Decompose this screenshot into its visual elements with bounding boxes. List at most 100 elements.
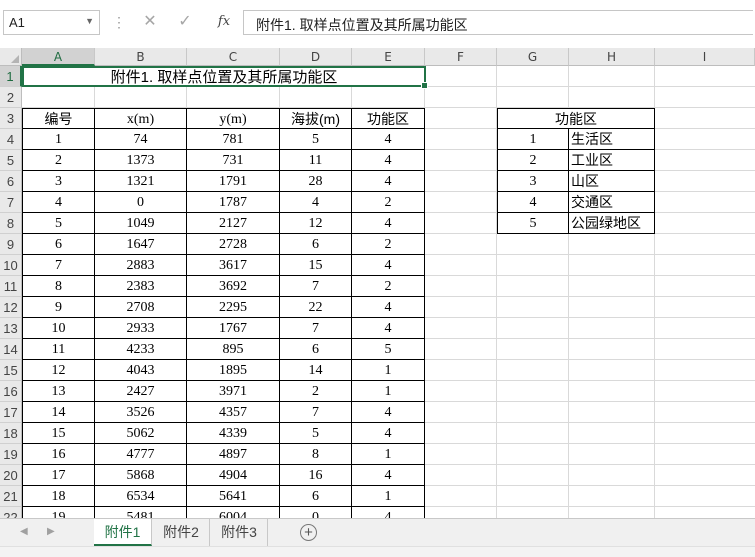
table-cell[interactable]: 6 — [280, 339, 352, 360]
scroll-left-icon[interactable]: ◀ — [20, 526, 28, 537]
zone-code-cell[interactable]: 1 — [497, 129, 569, 150]
table-cell[interactable]: 1787 — [187, 192, 280, 213]
table-cell[interactable]: 1373 — [95, 150, 187, 171]
zone-table-header[interactable]: 功能区 — [497, 108, 655, 129]
spreadsheet-grid[interactable]: A B C D E F G H I 1 2 3 4 5 6 7 8 9 10 11 12 13 14 15 16 17 18 19 20… — [0, 48, 755, 518]
table-cell[interactable]: 5481 — [95, 507, 187, 518]
column-header-f[interactable]: F — [425, 48, 497, 66]
column-header-d[interactable]: D — [280, 48, 352, 66]
table-cell[interactable]: 4 — [352, 402, 425, 423]
row-header-20[interactable]: 20 — [0, 465, 22, 486]
table-cell[interactable]: 1 — [352, 486, 425, 507]
row-header-18[interactable]: 18 — [0, 423, 22, 444]
table-cell[interactable]: 2 — [352, 234, 425, 255]
zone-name-cell[interactable]: 交通区 — [569, 192, 655, 213]
row-header-22[interactable]: 22 — [0, 507, 22, 518]
table-cell[interactable]: 2 — [352, 192, 425, 213]
column-header-i[interactable]: I — [655, 48, 755, 66]
table-cell[interactable]: 4897 — [187, 444, 280, 465]
table-cell[interactable]: 4 — [352, 318, 425, 339]
scroll-right-icon[interactable]: ▶ — [47, 526, 55, 537]
zone-name-cell[interactable]: 生活区 — [569, 129, 655, 150]
table-cell[interactable]: 4233 — [95, 339, 187, 360]
table-cell[interactable]: 6 — [280, 234, 352, 255]
row-header-11[interactable]: 11 — [0, 276, 22, 297]
table-cell[interactable]: 1 — [352, 381, 425, 402]
table-cell[interactable]: 3617 — [187, 255, 280, 276]
table-cell[interactable]: 2383 — [95, 276, 187, 297]
row-header-17[interactable]: 17 — [0, 402, 22, 423]
select-all-corner[interactable] — [0, 48, 22, 66]
table-cell[interactable]: 3692 — [187, 276, 280, 297]
table-cell[interactable]: 5 — [22, 213, 95, 234]
table-cell[interactable]: 13 — [22, 381, 95, 402]
column-header-b[interactable]: B — [95, 48, 187, 66]
table-cell[interactable]: 6004 — [187, 507, 280, 518]
table-cell[interactable]: 22 — [280, 297, 352, 318]
table-cell[interactable]: 7 — [280, 402, 352, 423]
zone-code-cell[interactable]: 4 — [497, 192, 569, 213]
row-header-19[interactable]: 19 — [0, 444, 22, 465]
table-cell[interactable]: 1647 — [95, 234, 187, 255]
zone-code-cell[interactable]: 2 — [497, 150, 569, 171]
table-header-cell[interactable]: 海拔(m) — [280, 108, 352, 129]
table-cell[interactable]: 731 — [187, 150, 280, 171]
table-cell[interactable]: 5868 — [95, 465, 187, 486]
table-cell[interactable]: 18 — [22, 486, 95, 507]
tab-sheet1[interactable]: 附件1 — [94, 519, 152, 546]
table-cell[interactable]: 9 — [22, 297, 95, 318]
table-cell[interactable]: 4 — [352, 423, 425, 444]
table-cell[interactable]: 4 — [22, 192, 95, 213]
table-cell[interactable]: 2883 — [95, 255, 187, 276]
table-cell[interactable]: 4339 — [187, 423, 280, 444]
table-cell[interactable]: 4 — [352, 465, 425, 486]
table-cell[interactable]: 7 — [22, 255, 95, 276]
table-cell[interactable]: 4777 — [95, 444, 187, 465]
table-cell[interactable]: 4 — [352, 255, 425, 276]
table-cell[interactable]: 7 — [280, 276, 352, 297]
table-cell[interactable]: 2295 — [187, 297, 280, 318]
table-cell[interactable]: 5 — [352, 339, 425, 360]
tab-sheet3[interactable]: 附件3 — [211, 519, 268, 546]
table-cell[interactable]: 3971 — [187, 381, 280, 402]
tab-sheet2[interactable]: 附件2 — [153, 519, 210, 546]
table-cell[interactable]: 1791 — [187, 171, 280, 192]
row-header-10[interactable]: 10 — [0, 255, 22, 276]
table-cell[interactable]: 3526 — [95, 402, 187, 423]
table-cell[interactable]: 12 — [280, 213, 352, 234]
row-header-16[interactable]: 16 — [0, 381, 22, 402]
enter-icon[interactable]: ✓ — [174, 12, 196, 32]
table-cell[interactable]: 5641 — [187, 486, 280, 507]
table-cell[interactable]: 2 — [352, 276, 425, 297]
table-cell[interactable]: 11 — [280, 150, 352, 171]
table-cell[interactable]: 11 — [22, 339, 95, 360]
table-cell[interactable]: 1895 — [187, 360, 280, 381]
row-header-4[interactable]: 4 — [0, 129, 22, 150]
table-cell[interactable]: 4 — [352, 213, 425, 234]
insert-function-icon[interactable]: fx — [213, 12, 235, 32]
cancel-icon[interactable]: ✕ — [139, 12, 161, 32]
table-cell[interactable]: 7 — [280, 318, 352, 339]
table-cell[interactable]: 4 — [280, 192, 352, 213]
table-cell[interactable]: 12 — [22, 360, 95, 381]
table-cell[interactable]: 1321 — [95, 171, 187, 192]
table-cell[interactable]: 5 — [280, 129, 352, 150]
table-cell[interactable]: 2728 — [187, 234, 280, 255]
row-header-3[interactable]: 3 — [0, 108, 22, 129]
table-cell[interactable]: 3 — [22, 171, 95, 192]
table-cell[interactable]: 6534 — [95, 486, 187, 507]
table-cell[interactable]: 19 — [22, 507, 95, 518]
row-header-8[interactable]: 8 — [0, 213, 22, 234]
table-cell[interactable]: 781 — [187, 129, 280, 150]
table-cell[interactable]: 2 — [280, 381, 352, 402]
chevron-down-icon[interactable]: ▼ — [85, 16, 94, 26]
table-header-cell[interactable]: y(m) — [187, 108, 280, 129]
table-cell[interactable]: 10 — [22, 318, 95, 339]
row-header-15[interactable]: 15 — [0, 360, 22, 381]
table-cell[interactable]: 14 — [22, 402, 95, 423]
table-cell[interactable]: 4357 — [187, 402, 280, 423]
column-header-h[interactable]: H — [569, 48, 655, 66]
table-cell[interactable]: 17 — [22, 465, 95, 486]
row-header-13[interactable]: 13 — [0, 318, 22, 339]
row-header-5[interactable]: 5 — [0, 150, 22, 171]
